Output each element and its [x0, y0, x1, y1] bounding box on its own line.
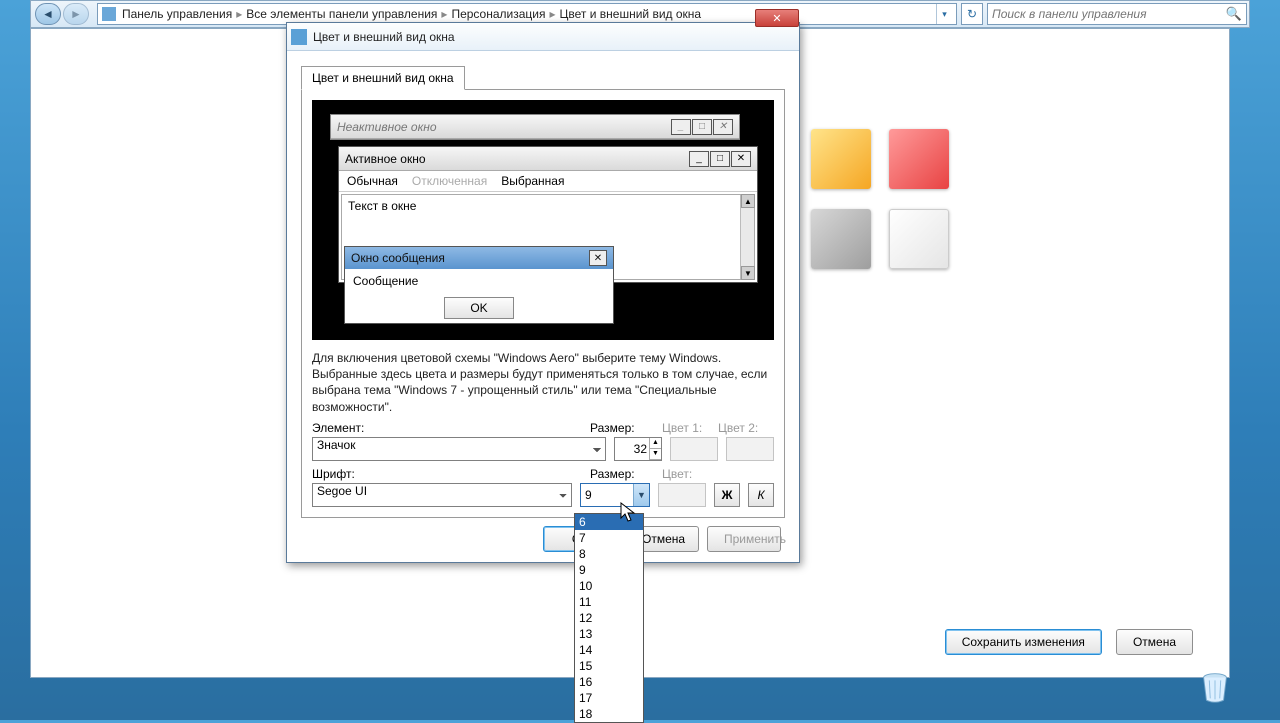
label-color2: Цвет 2:	[718, 421, 758, 435]
font-size-combo[interactable]: 9 ▼	[580, 483, 650, 507]
color-swatch-white[interactable]	[889, 209, 949, 269]
font-size-dropdown-list[interactable]: 6789101112131415161718	[574, 513, 644, 723]
search-input[interactable]	[992, 7, 1226, 21]
color2-button	[726, 437, 774, 461]
font-size-option[interactable]: 11	[575, 594, 643, 610]
font-color-button	[658, 483, 706, 507]
msgbox-ok-button[interactable]: OK	[444, 297, 514, 319]
font-size-option[interactable]: 9	[575, 562, 643, 578]
scroll-up-icon[interactable]: ▲	[741, 194, 755, 208]
dialog-titlebar[interactable]: Цвет и внешний вид окна	[287, 23, 799, 51]
font-size-option[interactable]: 7	[575, 530, 643, 546]
spin-up-icon[interactable]: ▲	[649, 438, 661, 449]
msgbox-title: Окно сообщения	[351, 251, 445, 265]
chevron-right-icon: ▸	[234, 7, 244, 21]
close-icon: ✕	[731, 151, 751, 167]
italic-button[interactable]: К	[748, 483, 774, 507]
nav-forward-button[interactable]: ►	[63, 3, 89, 25]
tab-pane: Неактивное окно _ □ ✕ Активное окно _ □	[301, 89, 785, 518]
label-element: Элемент:	[312, 421, 364, 435]
chevron-right-icon: ▸	[439, 7, 449, 21]
font-size-option[interactable]: 13	[575, 626, 643, 642]
dialog-apply-button[interactable]: Применить	[707, 526, 781, 552]
appearance-preview: Неактивное окно _ □ ✕ Активное окно _ □	[312, 100, 774, 340]
preview-text: Текст в окне	[348, 199, 416, 213]
refresh-button[interactable]: ↻	[961, 3, 983, 25]
color-swatch-orange[interactable]	[811, 129, 871, 189]
label-font: Шрифт:	[312, 467, 355, 481]
breadcrumb-item[interactable]: Панель управления	[122, 7, 232, 21]
scroll-down-icon[interactable]: ▼	[741, 266, 755, 280]
font-size-option[interactable]: 15	[575, 658, 643, 674]
search-box[interactable]: 🔍	[987, 3, 1247, 25]
spin-down-icon[interactable]: ▼	[649, 449, 661, 460]
preview-inactive-window[interactable]: Неактивное окно _ □ ✕	[330, 114, 740, 140]
label-size: Размер:	[590, 421, 635, 435]
save-changes-button[interactable]: Сохранить изменения	[945, 629, 1102, 655]
chevron-down-icon[interactable]: ▼	[633, 484, 649, 506]
bold-button[interactable]: Ж	[714, 483, 740, 507]
tab-appearance[interactable]: Цвет и внешний вид окна	[301, 66, 465, 90]
menu-item-normal: Обычная	[347, 174, 398, 188]
preview-message-box[interactable]: Окно сообщения ✕ Сообщение OK	[344, 246, 614, 324]
font-size-option[interactable]: 8	[575, 546, 643, 562]
label-font-color: Цвет:	[662, 467, 692, 481]
font-select[interactable]: Segoe UI	[312, 483, 572, 507]
active-window-title: Активное окно	[345, 152, 426, 166]
dialog-close-button[interactable]: ✕	[755, 9, 799, 27]
maximize-icon: □	[692, 119, 712, 135]
breadcrumb-item[interactable]: Цвет и внешний вид окна	[560, 7, 702, 21]
recycle-bin-icon[interactable]	[1196, 668, 1234, 706]
dialog-icon	[291, 29, 307, 45]
color1-button	[670, 437, 718, 461]
label-color1: Цвет 1:	[662, 421, 702, 435]
size-value[interactable]	[615, 438, 649, 460]
minimize-icon: _	[689, 151, 709, 167]
hint-text: Для включения цветовой схемы "Windows Ae…	[312, 350, 774, 415]
inactive-window-title: Неактивное окно	[337, 120, 437, 134]
breadcrumb-item[interactable]: Персонализация	[451, 7, 545, 21]
close-icon: ✕	[589, 250, 607, 266]
minimize-icon: _	[671, 119, 691, 135]
font-size-option[interactable]: 14	[575, 642, 643, 658]
nav-back-button[interactable]: ◄	[35, 3, 61, 25]
font-size-option[interactable]: 6	[575, 514, 643, 530]
chevron-right-icon: ▸	[547, 7, 557, 21]
preview-menu[interactable]: Обычная Отключенная Выбранная	[339, 171, 757, 192]
font-size-option[interactable]: 16	[575, 674, 643, 690]
close-icon: ✕	[713, 119, 733, 135]
scrollbar[interactable]: ▲ ▼	[740, 195, 754, 279]
appearance-dialog: ✕ Цвет и внешний вид окна Цвет и внешний…	[286, 22, 800, 563]
maximize-icon: □	[710, 151, 730, 167]
label-font-size: Размер:	[590, 467, 635, 481]
dialog-title: Цвет и внешний вид окна	[313, 30, 795, 44]
font-size-option[interactable]: 17	[575, 690, 643, 706]
font-size-value: 9	[581, 488, 633, 502]
font-size-option[interactable]: 10	[575, 578, 643, 594]
search-icon: 🔍	[1226, 6, 1242, 22]
menu-item-disabled: Отключенная	[412, 174, 487, 188]
color-swatch-gray[interactable]	[811, 209, 871, 269]
element-select[interactable]: Значок	[312, 437, 606, 461]
color-swatch-red[interactable]	[889, 129, 949, 189]
element-size-input[interactable]: ▲▼	[614, 437, 662, 461]
font-size-option[interactable]: 12	[575, 610, 643, 626]
breadcrumb-item[interactable]: Все элементы панели управления	[246, 7, 437, 21]
control-panel-icon	[102, 7, 116, 21]
cancel-button[interactable]: Отмена	[1116, 629, 1193, 655]
breadcrumb-dropdown[interactable]: ▾	[936, 4, 952, 24]
msgbox-text: Сообщение	[345, 269, 613, 293]
menu-item-selected: Выбранная	[501, 174, 564, 188]
